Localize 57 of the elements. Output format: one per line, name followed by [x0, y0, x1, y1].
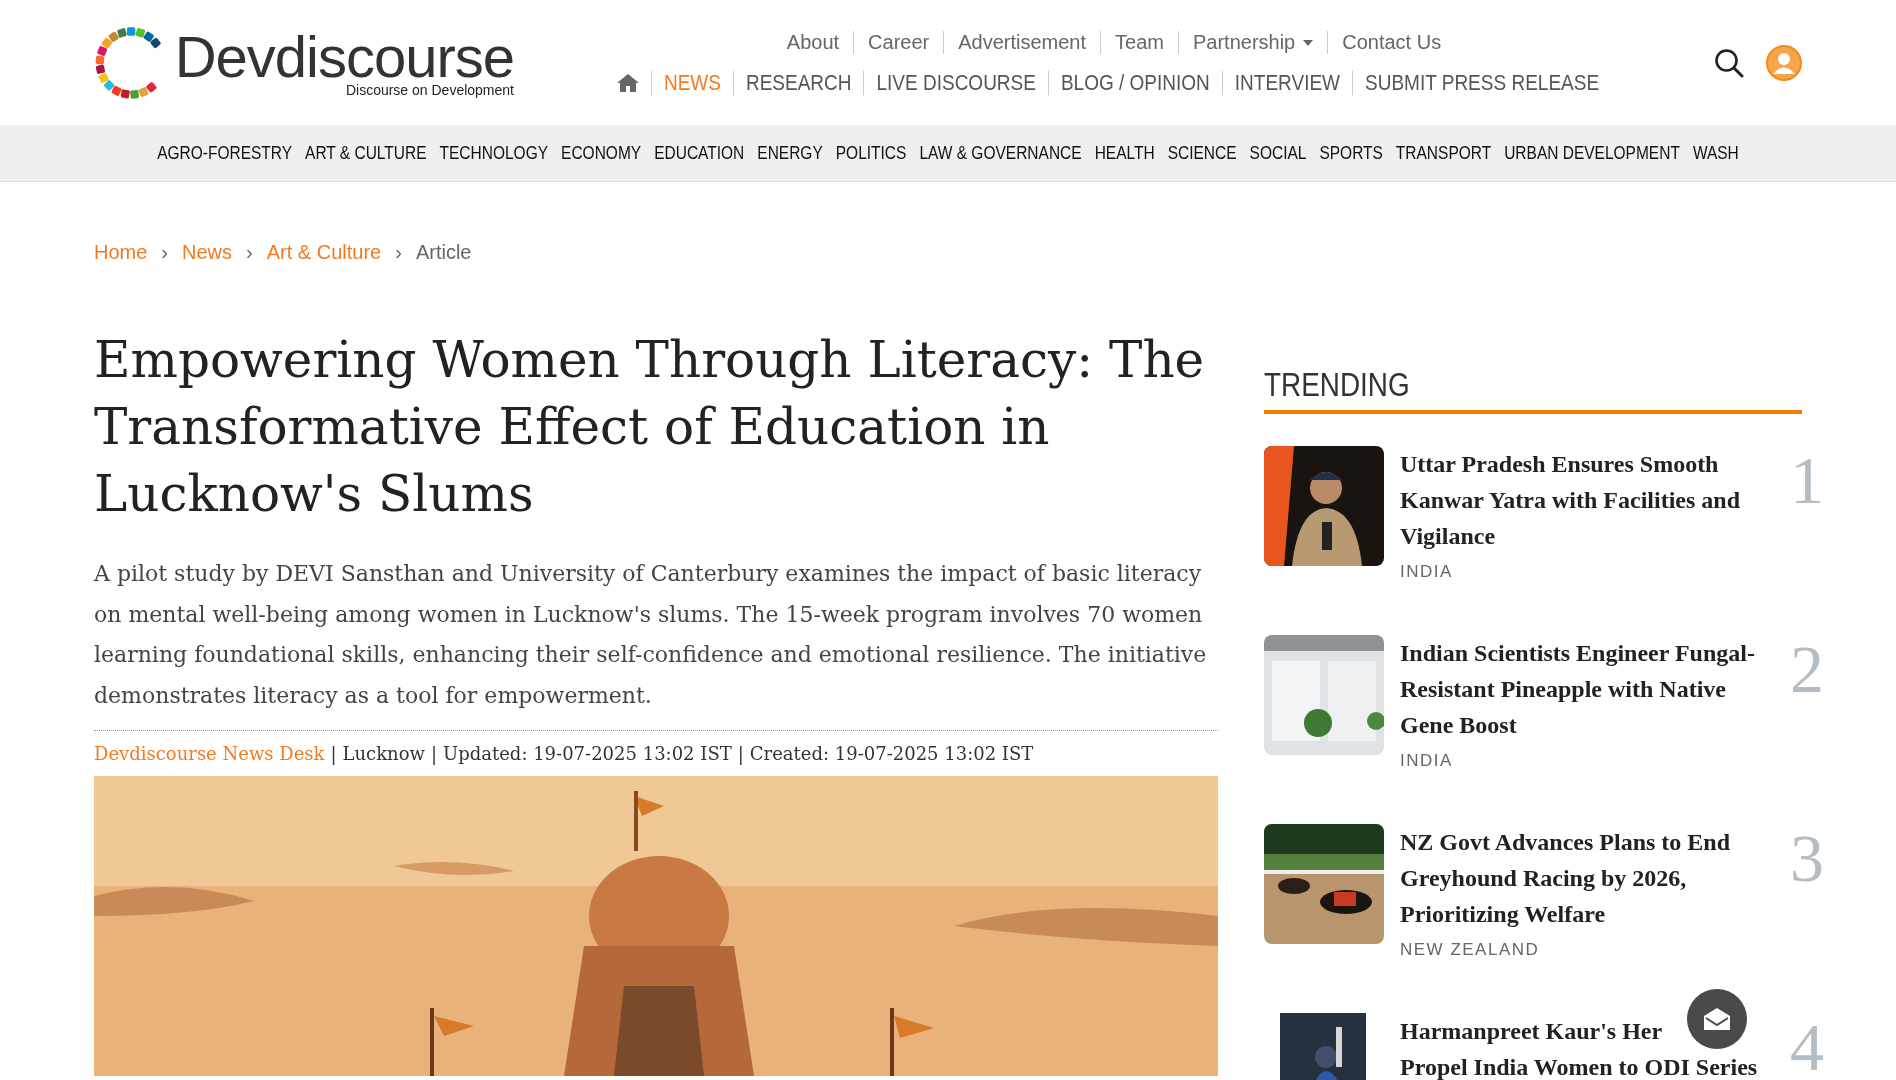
- category-link[interactable]: WASH: [1692, 142, 1739, 164]
- category-link[interactable]: ECONOMY: [561, 142, 642, 164]
- region-label: NEW ZEALAND: [1400, 940, 1541, 960]
- category-link[interactable]: URBAN DEVELOPMENT: [1504, 142, 1680, 164]
- category-link[interactable]: TRANSPORT: [1395, 142, 1492, 164]
- top-link[interactable]: Team: [1100, 31, 1178, 54]
- rank-number: 1: [1790, 446, 1824, 520]
- meta-text: Lucknow: [342, 743, 425, 764]
- rank-number: 2: [1790, 635, 1824, 709]
- rank-number: 4: [1790, 1013, 1824, 1080]
- top-link[interactable]: Advertisement: [943, 31, 1101, 54]
- category-link[interactable]: SPORTS: [1319, 142, 1383, 164]
- breadcrumb-separator: ›: [161, 240, 169, 264]
- top-link[interactable]: Contact Us: [1327, 31, 1456, 54]
- meta-separator: |: [737, 743, 744, 764]
- top-link[interactable]: Career: [853, 31, 944, 54]
- chat-button[interactable]: [1687, 989, 1747, 1049]
- breadcrumb-link[interactable]: Article: [415, 240, 472, 264]
- rank-number: 3: [1790, 824, 1824, 898]
- nav-link[interactable]: SUBMIT PRESS RELEASE: [1352, 70, 1612, 96]
- article-title: Empowering Women Through Literacy: The Transformative Effect of Education in Lucknow's Slums: [94, 330, 1206, 525]
- nav-link[interactable]: INTERVIEW: [1221, 70, 1352, 96]
- category-link[interactable]: SOCIAL: [1249, 142, 1307, 164]
- trending-headline[interactable]: Harmanpreet Kaur's Her: [1400, 1013, 1774, 1049]
- section-heading: TRENDING: [1264, 365, 1802, 414]
- category-link[interactable]: HEALTH: [1094, 142, 1155, 164]
- dropdown-link[interactable]: Partnership: [1177, 31, 1328, 54]
- category-link[interactable]: AGRO-FORESTRY: [157, 142, 293, 164]
- category-link[interactable]: SCIENCE: [1167, 142, 1237, 164]
- nav-link[interactable]: RESEARCH: [732, 70, 864, 96]
- nav-link[interactable]: LIVE DISCOURSE: [863, 70, 1048, 96]
- category-link[interactable]: POLITICS: [835, 142, 907, 164]
- trending-headline[interactable]: NZ Govt Advances Plans to End Greyhound Racing by 2026, Prioritizing Welfare: [1400, 824, 1774, 932]
- meta-text: Created: 19-07-2025 13:02 IST: [749, 743, 1034, 764]
- region-label: INDIA: [1400, 751, 1454, 771]
- category-link[interactable]: ART & CULTURE: [305, 142, 427, 164]
- region-label: INDIA: [1400, 562, 1454, 582]
- envelope-icon: [1702, 1006, 1732, 1032]
- caret-icon: [1303, 39, 1314, 46]
- category-link[interactable]: EDUCATION: [654, 142, 745, 164]
- trending-headline[interactable]: Indian Scientists Engineer Fungal-Resistant Pineapple with Native Gene Boost: [1400, 635, 1774, 743]
- category-link[interactable]: ENERGY: [757, 142, 823, 164]
- article-summary: A pilot study by DEVI Sansthan and University of Canterbury examines the impact of basic literacy on mental well-being among women in Lucknow's slums. The 15-week program involves 70 women learning foundational skills, enhancing their self-confidence and emotional resilience. The initiative demonstrates literacy as a tool for empowerment.: [94, 554, 1218, 731]
- nav-link[interactable]: BLOG / OPINION: [1047, 70, 1222, 96]
- meta-text: Updated: 19-07-2025 13:02 IST: [443, 743, 732, 764]
- meta-separator: |: [330, 743, 337, 764]
- top-link[interactable]: About: [772, 31, 854, 54]
- search-icon[interactable]: [1714, 47, 1744, 78]
- logo-tagline: Discourse on Development: [345, 81, 514, 98]
- category-link[interactable]: TECHNOLOGY: [439, 142, 549, 164]
- breadcrumb-separator: ›: [246, 240, 253, 264]
- home-icon[interactable]: [616, 74, 639, 92]
- category-link[interactable]: LAW & GOVERNANCE: [919, 142, 1082, 164]
- meta-separator: |: [430, 743, 438, 764]
- trending-headline[interactable]: Uttar Pradesh Ensures Smooth Kanwar Yatra with Facilities and Vigilance: [1400, 446, 1774, 554]
- breadcrumb-separator: ›: [395, 240, 402, 264]
- trending-headline[interactable]: Propel India Women to ODI Series: [1400, 1049, 1774, 1080]
